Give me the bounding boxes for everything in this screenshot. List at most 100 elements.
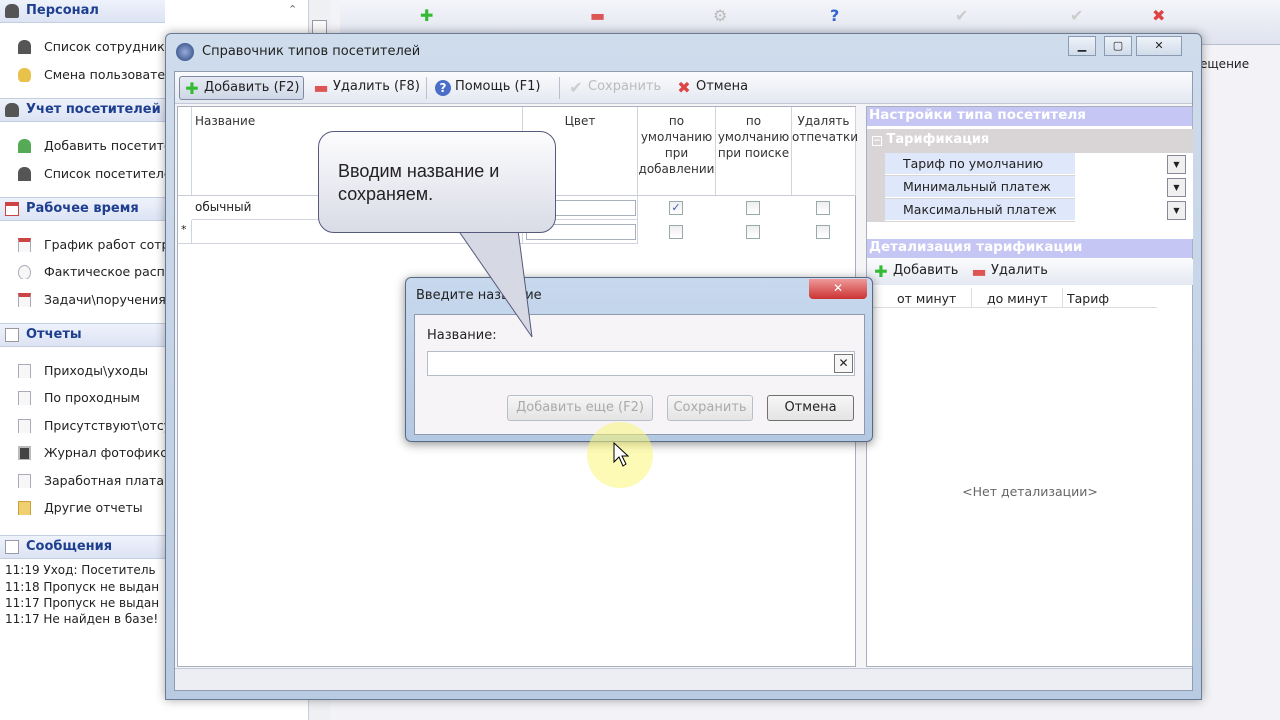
- add-button[interactable]: ✚ Добавить (F2): [179, 76, 305, 100]
- save-button[interactable]: ✔ Сохранить: [564, 76, 665, 100]
- help-icon: ?: [435, 80, 451, 96]
- check-circle-icon[interactable]: ✔: [955, 6, 968, 25]
- folder-icon: [18, 501, 31, 515]
- message-item[interactable]: 11:19 Уход: Посетитель: [5, 563, 165, 577]
- help-button[interactable]: ? Помощь (F1): [431, 76, 544, 100]
- plus-icon: ✚: [874, 262, 888, 281]
- settings-panel: Настройки типа посетителя − Тарификация …: [866, 106, 1193, 667]
- column-header-delete-prints[interactable]: Удалять отпечатки: [792, 107, 858, 196]
- calendar-icon: [18, 238, 31, 252]
- checkbox-default-add[interactable]: ✓: [669, 201, 683, 215]
- mouse-cursor-icon: [613, 442, 630, 467]
- dialog-cancel-button[interactable]: Отмена: [767, 395, 854, 421]
- calendar-icon: [5, 202, 19, 216]
- prop-max-payment[interactable]: Максимальный платеж: [885, 199, 1075, 221]
- sidebar-item-photo-journal[interactable]: Журнал фотофиксации: [16, 445, 166, 460]
- detail-add-button[interactable]: ✚ Добавить: [869, 260, 962, 284]
- minus-icon: ▬: [313, 78, 329, 97]
- detail-delete-button[interactable]: ▬ Удалить: [967, 260, 1052, 284]
- person-icon: [5, 4, 19, 18]
- message-item[interactable]: 11:17 Пропуск не выдан: [5, 596, 165, 610]
- add-more-button[interactable]: Добавить еще (F2): [507, 395, 653, 421]
- cancel-button[interactable]: ✖ Отмена: [672, 76, 752, 100]
- sidebar-item-salary[interactable]: Заработная плата: [16, 473, 166, 488]
- section-visitors[interactable]: Учет посетителей: [0, 98, 165, 122]
- dialog-close-button[interactable]: ✕: [809, 279, 867, 299]
- person-icon: [18, 40, 31, 54]
- document-icon: [18, 364, 31, 378]
- collapse-icon[interactable]: ⌃: [288, 3, 297, 16]
- person-icon: [18, 167, 31, 181]
- sidebar-item-add-visitor[interactable]: Добавить посетителя: [16, 138, 166, 153]
- column-header-to[interactable]: до минут: [987, 291, 1048, 306]
- sidebar-item-employees[interactable]: Список сотрудников: [16, 39, 166, 54]
- section-work-time[interactable]: Рабочее время: [0, 197, 165, 221]
- checkbox-default-search[interactable]: [746, 225, 760, 239]
- checkbox-delete-prints[interactable]: [816, 225, 830, 239]
- column-header-tariff[interactable]: Тариф: [1067, 291, 1109, 306]
- status-bar: [175, 668, 1192, 690]
- app-icon: [176, 43, 194, 61]
- window-toolbar: ✚ Добавить (F2) ▬ Удалить (F8) ? Помощь (F1…: [175, 72, 1192, 104]
- minus-icon: ▬: [971, 262, 987, 281]
- collapse-icon[interactable]: −: [872, 136, 882, 146]
- name-input[interactable]: [427, 351, 855, 376]
- group-tariffication[interactable]: − Тарификация: [872, 132, 989, 147]
- calendar-icon: [18, 293, 31, 307]
- maximize-button[interactable]: ▢: [1104, 36, 1132, 56]
- column-header-default-search[interactable]: по умолчанию при поиске: [716, 107, 792, 196]
- window-title: Справочник типов посетителей: [202, 44, 421, 59]
- cancel-icon: ✖: [677, 78, 691, 97]
- sidebar-item-schedule[interactable]: График работ сотрудников: [16, 237, 166, 252]
- remove-icon[interactable]: ▬: [590, 6, 605, 25]
- sidebar-item-visitor-list[interactable]: Список посетителей: [16, 166, 166, 181]
- column-header-default-add[interactable]: по умолчанию при добавлении: [638, 107, 716, 196]
- new-row-marker: *: [178, 220, 192, 244]
- empty-detail-text: <Нет детализации>: [962, 484, 1098, 499]
- cancel-icon[interactable]: ✖: [1152, 6, 1165, 25]
- sidebar-item-change-user[interactable]: Смена пользователя: [16, 67, 166, 82]
- document-icon: [18, 419, 31, 433]
- sidebar-item-other-reports[interactable]: Другие отчеты: [16, 500, 166, 515]
- prop-min-payment[interactable]: Минимальный платеж: [885, 176, 1075, 198]
- detail-title: Детализация тарификации: [867, 239, 1192, 258]
- checkbox-delete-prints[interactable]: [816, 201, 830, 215]
- minimize-button[interactable]: ▁: [1068, 36, 1096, 56]
- document-icon: [18, 391, 31, 405]
- checkbox-default-add[interactable]: [669, 225, 683, 239]
- column-header-fragment: ещение: [1200, 57, 1250, 71]
- settings-title: Настройки типа посетителя: [867, 107, 1192, 126]
- photo-icon: [18, 446, 31, 460]
- sidebar-item-report-checkpoints[interactable]: По проходным: [16, 390, 166, 405]
- check-icon[interactable]: ✔: [1070, 6, 1083, 25]
- message-item[interactable]: 11:17 Не найден в базе!: [5, 612, 165, 626]
- clear-input-button[interactable]: ✕: [834, 354, 853, 373]
- gear-icon[interactable]: ⚙: [713, 6, 727, 25]
- dropdown-button[interactable]: ▼: [1167, 155, 1186, 174]
- section-personnel[interactable]: Персонал: [0, 0, 165, 23]
- tutorial-callout: Вводим название и сохраняем.: [318, 131, 556, 233]
- delete-button[interactable]: ▬ Удалить (F8): [309, 76, 424, 100]
- section-messages[interactable]: Сообщения: [0, 535, 165, 559]
- message-icon: [5, 540, 19, 554]
- close-button[interactable]: ✕: [1136, 36, 1182, 56]
- checkbox-default-search[interactable]: [746, 201, 760, 215]
- document-icon: [5, 328, 19, 342]
- section-reports[interactable]: Отчеты: [0, 323, 165, 347]
- dropdown-button[interactable]: ▼: [1167, 178, 1186, 197]
- add-icon[interactable]: ✚: [420, 6, 433, 25]
- key-icon: [18, 68, 31, 82]
- clock-icon: [18, 265, 31, 279]
- message-item[interactable]: 11:18 Пропуск не выдан: [5, 580, 165, 594]
- sidebar-item-report-presence[interactable]: Присутствуют\отсутствуют: [16, 418, 166, 433]
- dropdown-button[interactable]: ▼: [1167, 201, 1186, 220]
- add-person-icon: [18, 139, 31, 153]
- help-icon[interactable]: ?: [830, 6, 839, 25]
- check-icon: ✔: [569, 78, 583, 97]
- prop-default-tariff[interactable]: Тариф по умолчанию: [885, 153, 1075, 175]
- sidebar-item-tasks[interactable]: Задачи\поручения: [16, 292, 166, 307]
- column-header-from[interactable]: от минут: [897, 291, 956, 306]
- sidebar-item-report-in-out[interactable]: Приходы\уходы: [16, 363, 166, 378]
- sidebar-item-actual-schedule[interactable]: Фактическое расписание: [16, 264, 166, 279]
- dialog-save-button[interactable]: Сохранить: [667, 395, 753, 421]
